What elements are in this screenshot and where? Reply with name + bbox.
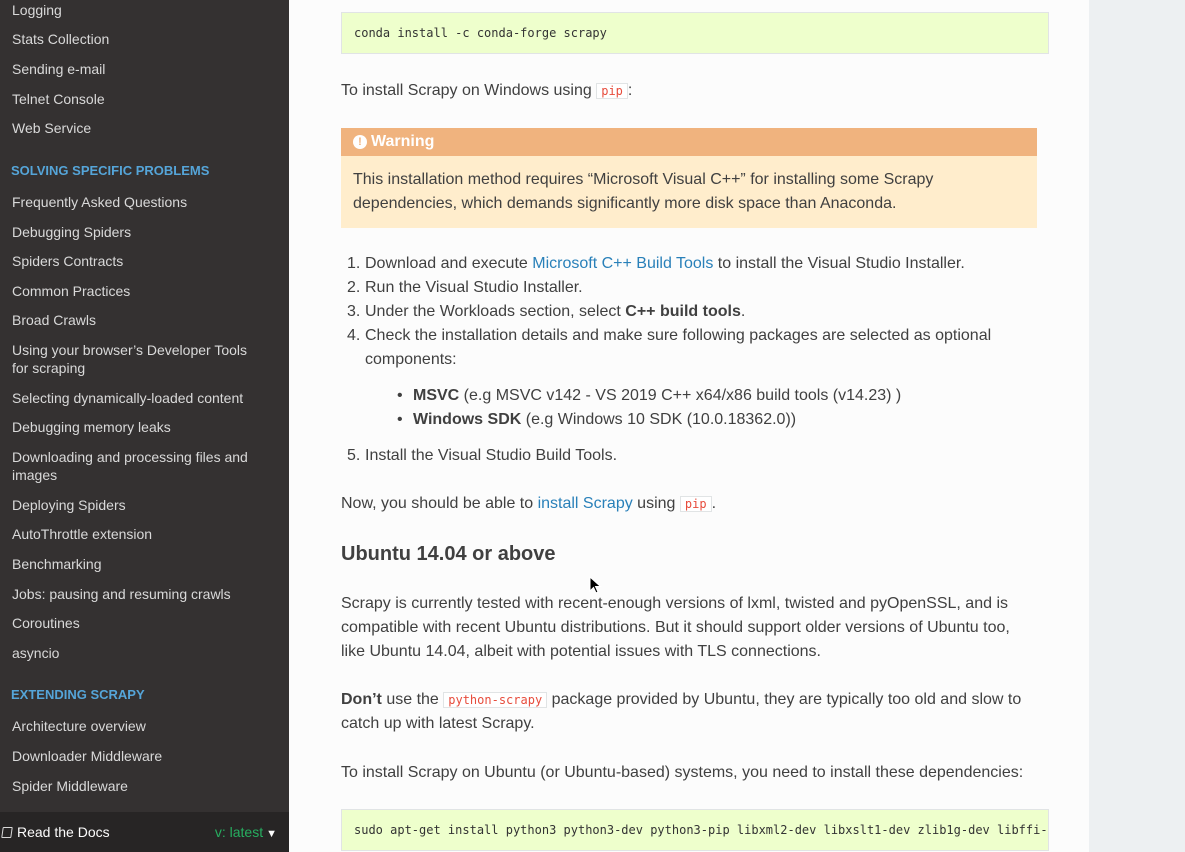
sidebar-item-autothrottle[interactable]: AutoThrottle extension (12, 525, 263, 543)
step-5-text: Install the Visual Studio Build Tools. (365, 447, 618, 464)
code-block-apt-get: sudo apt-get install python3 python3-dev… (341, 809, 1049, 851)
rtd-flyout-toggle[interactable]: Read the Docs (1, 824, 110, 840)
dont-text: use the (381, 691, 444, 708)
dont-bold: Don’t (341, 691, 382, 708)
sidebar-item-files-images[interactable]: Downloading and processing files and ima… (12, 448, 263, 484)
warning-admonition: ! Warning This installation method requir… (341, 128, 1037, 228)
msvc-text: (e.g MSVC v142 - VS 2019 C++ x64/x86 bui… (459, 387, 902, 404)
step-2-text: Run the Visual Studio Installer. (365, 279, 583, 296)
sidebar-item-deploying[interactable]: Deploying Spiders (12, 496, 263, 514)
warning-title-text: Warning (371, 133, 435, 150)
bullet: • (397, 387, 403, 404)
step-4-text: Check the installation details and make … (365, 327, 992, 368)
step-number: 4. (347, 327, 361, 344)
inline-code-pip: pip (596, 83, 628, 99)
windows-intro-text: To install Scrapy on Windows using (341, 82, 597, 99)
sidebar-item-benchmarking[interactable]: Benchmarking (12, 555, 263, 573)
cpp-build-tools-bold: C++ build tools (625, 303, 741, 320)
main-content: conda install -c conda-forge scrapy To i… (289, 0, 1089, 852)
now-text: Now, you should be able to (341, 495, 538, 512)
step-number: 3. (347, 303, 361, 320)
list-item-msvc: • MSVC (e.g MSVC v142 - VS 2019 C++ x64/x… (397, 384, 1013, 408)
sidebar-item-architecture[interactable]: Architecture overview (12, 717, 263, 735)
sidebar-item-debugging-spiders[interactable]: Debugging Spiders (12, 223, 263, 241)
msvc-bold: MSVC (413, 387, 460, 404)
step-number: 5. (347, 447, 361, 464)
sidebar-item-stats-collection[interactable]: Stats Collection (12, 30, 263, 48)
rtd-label: Read the Docs (17, 824, 110, 840)
section-heading-ubuntu: Ubuntu 14.04 or above (341, 543, 556, 565)
sidebar-item-logging[interactable]: Logging (12, 1, 263, 19)
sidebar-item-spider-middleware[interactable]: Spider Middleware (12, 777, 263, 795)
sidebar-item-dynamic-content[interactable]: Selecting dynamically-loaded content (12, 389, 263, 407)
inline-code-pip: pip (679, 496, 712, 512)
windows-sdk-bold: Windows SDK (413, 411, 522, 428)
step-1-text: Download and execute (365, 255, 533, 272)
inline-code-python-scrapy: python-scrapy (443, 692, 548, 708)
sidebar-item-common-practices[interactable]: Common Practices (12, 282, 263, 300)
rtd-version-bar: Read the Docs v: latest ▼ (0, 812, 289, 852)
sidebar-item-downloader-middleware[interactable]: Downloader Middleware (12, 747, 263, 765)
sidebar-item-devtools[interactable]: Using your browser’s Developer Tools for… (12, 341, 263, 377)
version-label: v: latest (214, 824, 264, 840)
sidebar-caption-solving: SOLVING SPECIFIC PROBLEMS (11, 163, 210, 178)
bullet: • (397, 411, 403, 428)
sidebar-nav: Logging Stats Collection Sending e-mail … (0, 0, 289, 852)
sidebar-item-web-service[interactable]: Web Service (12, 119, 263, 137)
install-scrapy-link[interactable]: install Scrapy (538, 495, 633, 512)
sidebar-item-broad-crawls[interactable]: Broad Crawls (12, 311, 263, 329)
step-number: 1. (347, 255, 361, 272)
ms-build-tools-link[interactable]: Microsoft C++ Build Tools (532, 255, 713, 272)
ubuntu-paragraph: Scrapy is currently tested with recent-e… (341, 595, 1010, 660)
sidebar-item-memory-leaks[interactable]: Debugging memory leaks (12, 418, 263, 436)
warning-body: This installation method requires “Micro… (353, 171, 934, 212)
sidebar-item-asyncio[interactable]: asyncio (12, 644, 263, 662)
code-block-conda: conda install -c conda-forge scrapy (341, 12, 1049, 54)
step-1-after: to install the Visual Studio Installer. (713, 255, 965, 272)
deps-paragraph: To install Scrapy on Ubuntu (or Ubuntu-b… (341, 764, 1024, 781)
step-number: 2. (347, 279, 361, 296)
dont-paragraph: Don’t use the python-scrapy package prov… (341, 688, 1037, 736)
sidebar-item-coroutines[interactable]: Coroutines (12, 614, 263, 632)
windows-sdk-text: (e.g Windows 10 SDK (10.0.18362.0)) (521, 411, 797, 428)
sidebar-item-jobs[interactable]: Jobs: pausing and resuming crawls (12, 585, 263, 603)
sidebar-item-sending-email[interactable]: Sending e-mail (12, 60, 263, 78)
sidebar-item-spiders-contracts[interactable]: Spiders Contracts (12, 252, 263, 270)
version-selector[interactable]: v: latest ▼ (215, 824, 277, 840)
now-after: . (711, 495, 717, 512)
mouse-cursor-icon (589, 576, 602, 594)
windows-intro-colon: : (627, 82, 633, 99)
sidebar-item-faq[interactable]: Frequently Asked Questions (12, 193, 263, 211)
step-3-after: . (740, 303, 746, 320)
windows-intro-paragraph: To install Scrapy on Windows using pip: (341, 79, 1037, 103)
sidebar-item-telnet-console[interactable]: Telnet Console (12, 90, 263, 108)
caret-down-icon: ▼ (266, 828, 277, 840)
sidebar-caption-extending: EXTENDING SCRAPY (11, 687, 145, 702)
warning-icon: ! (353, 135, 367, 149)
warning-title: ! Warning (341, 128, 1037, 156)
book-icon (1, 827, 13, 838)
list-item-windows-sdk: • Windows SDK (e.g Windows 10 SDK (10.0.1… (397, 408, 1013, 432)
right-gutter (1089, 0, 1185, 852)
now-middle: using (632, 495, 680, 512)
now-paragraph: Now, you should be able to install Scrap… (341, 492, 1037, 516)
step-3-text: Under the Workloads section, select (365, 303, 626, 320)
